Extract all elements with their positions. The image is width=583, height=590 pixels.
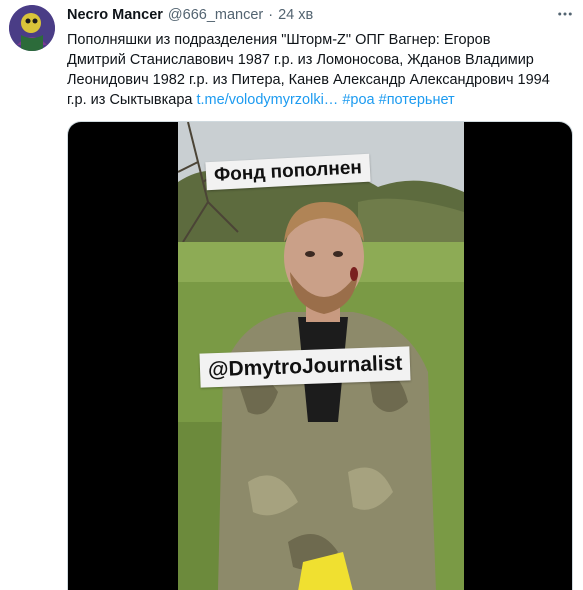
- avatar[interactable]: [9, 5, 55, 51]
- author-name[interactable]: Necro Mancer: [67, 7, 163, 23]
- tweet[interactable]: Necro Mancer @666_mancer · 24 хв Пополня…: [0, 0, 583, 590]
- tweet-text-line: г.р. из Сыктывкара t.me/volodymyrzolki… …: [67, 90, 572, 110]
- avatar-image: [9, 5, 55, 51]
- tweet-text: Пополняшки из подразделения "Шторм-Z" ОП…: [67, 30, 572, 110]
- author-handle[interactable]: @666_mancer: [168, 7, 263, 23]
- more-button[interactable]: [555, 4, 575, 24]
- video-frame[interactable]: Фонд пополнен @DmytroJournalist: [178, 122, 464, 590]
- tweet-header: Necro Mancer @666_mancer · 24 хв: [67, 7, 553, 23]
- hashtag-poterynet[interactable]: #потерьнет: [379, 92, 455, 108]
- tweet-text-line: Дмитрий Станиславович 1987 г.р. из Ломон…: [67, 52, 534, 68]
- tweet-text-line: Леонидович 1982 г.р. из Питера, Канев Ал…: [67, 72, 550, 88]
- tweet-link[interactable]: t.me/volodymyrzolki…: [197, 92, 339, 108]
- tweet-text-fragment: г.р. из Сыктывкара: [67, 92, 197, 108]
- more-dots-icon: [558, 12, 572, 16]
- tweet-timestamp[interactable]: 24 хв: [278, 7, 313, 23]
- separator-dot: ·: [268, 7, 274, 23]
- hashtag-roa[interactable]: #роа: [342, 92, 374, 108]
- media-container[interactable]: Фонд пополнен @DmytroJournalist: [67, 121, 573, 590]
- tweet-text-line: Пополняшки из подразделения "Шторм-Z" ОП…: [67, 32, 491, 48]
